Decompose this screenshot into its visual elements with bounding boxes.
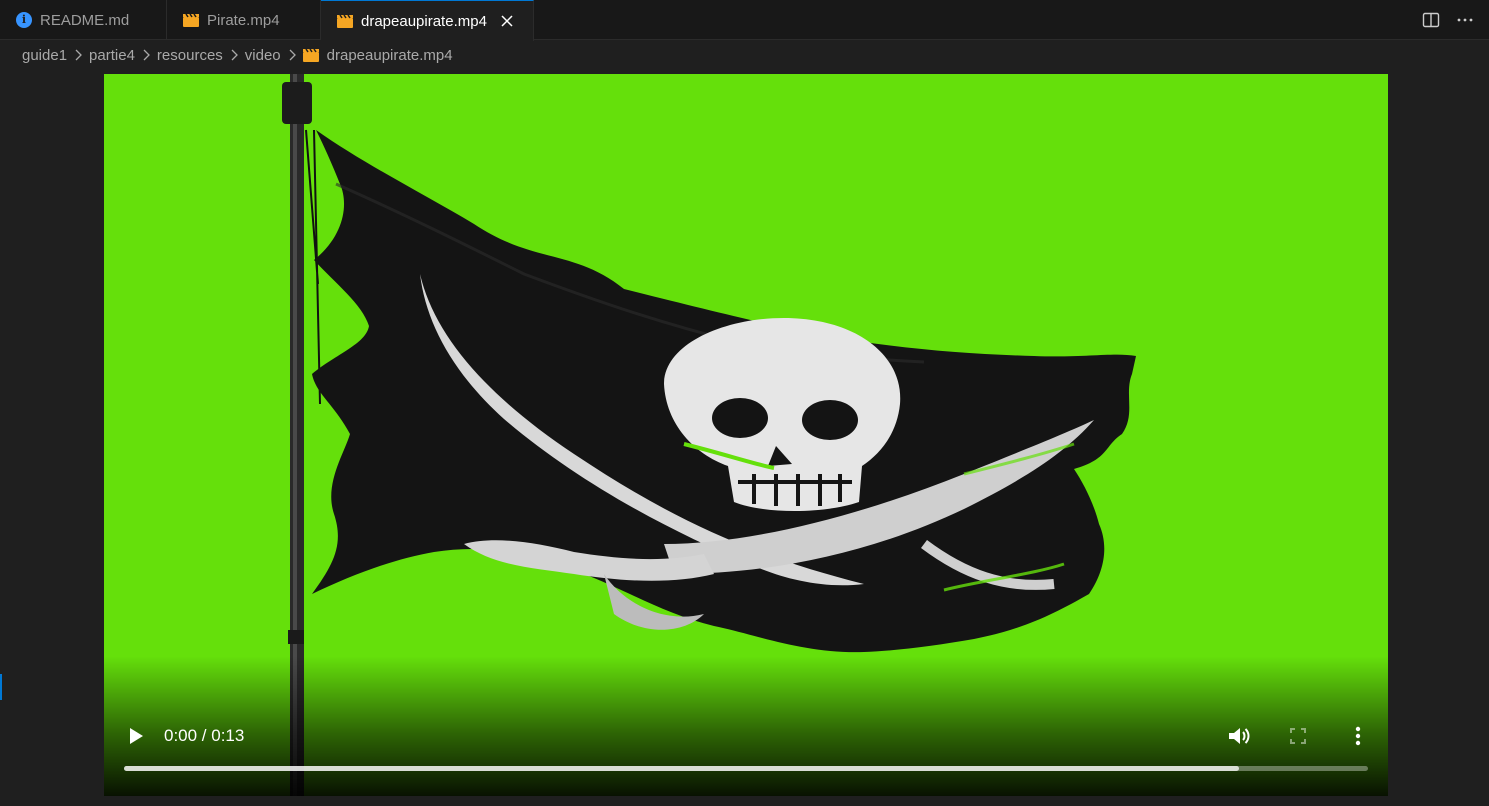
time-display: 0:00 / 0:13 — [164, 726, 245, 745]
editor-actions — [1421, 0, 1475, 40]
breadcrumb-item-resources[interactable]: resources — [157, 47, 223, 64]
buffered-progress — [124, 766, 1239, 771]
fullscreen-button[interactable] — [1288, 726, 1308, 746]
play-button[interactable] — [124, 724, 148, 748]
tab-label: drapeaupirate.mp4 — [361, 12, 487, 30]
breadcrumb-item-partie4[interactable]: partie4 — [89, 47, 135, 64]
tab-pirate[interactable]: Pirate.mp4 — [167, 0, 321, 40]
video-file-icon — [302, 48, 319, 62]
close-icon[interactable] — [499, 13, 515, 29]
more-options-button[interactable] — [1348, 724, 1368, 748]
more-actions-icon[interactable] — [1455, 10, 1475, 30]
focus-indicator — [0, 674, 2, 700]
tab-label: Pirate.mp4 — [207, 11, 280, 29]
split-editor-icon[interactable] — [1421, 10, 1441, 30]
tab-readme[interactable]: i README.md — [0, 0, 167, 40]
breadcrumb: guide1 partie4 resources video drapeaupi… — [22, 44, 453, 66]
fullscreen-icon — [1290, 728, 1306, 744]
info-icon: i — [16, 12, 32, 28]
breadcrumb-file-label: drapeaupirate.mp4 — [326, 46, 453, 64]
tab-drapeaupirate[interactable]: drapeaupirate.mp4 — [321, 0, 534, 41]
tab-bar: i README.md Pirate.mp4 drapeaupirate.mp4 — [0, 0, 1489, 41]
editor-window: i README.md Pirate.mp4 drapeaupirate.mp4 — [0, 0, 1489, 806]
chevron-right-icon — [227, 48, 241, 62]
tab-label: README.md — [40, 11, 130, 29]
controls-overlay — [104, 656, 1388, 796]
play-icon — [130, 728, 143, 744]
video-file-icon — [337, 14, 353, 28]
breadcrumb-item-file[interactable]: drapeaupirate.mp4 — [302, 46, 453, 64]
chevron-right-icon — [285, 48, 299, 62]
more-vertical-icon — [1355, 726, 1361, 746]
video-player[interactable]: 0:00 / 0:13 — [104, 74, 1388, 796]
chevron-right-icon — [139, 48, 153, 62]
chevron-right-icon — [71, 48, 85, 62]
video-file-icon — [183, 13, 199, 27]
volume-icon — [1229, 728, 1250, 744]
seek-bar[interactable] — [124, 766, 1368, 771]
volume-button[interactable] — [1226, 724, 1252, 748]
breadcrumb-item-video[interactable]: video — [245, 47, 281, 64]
breadcrumb-item-guide1[interactable]: guide1 — [22, 47, 67, 64]
